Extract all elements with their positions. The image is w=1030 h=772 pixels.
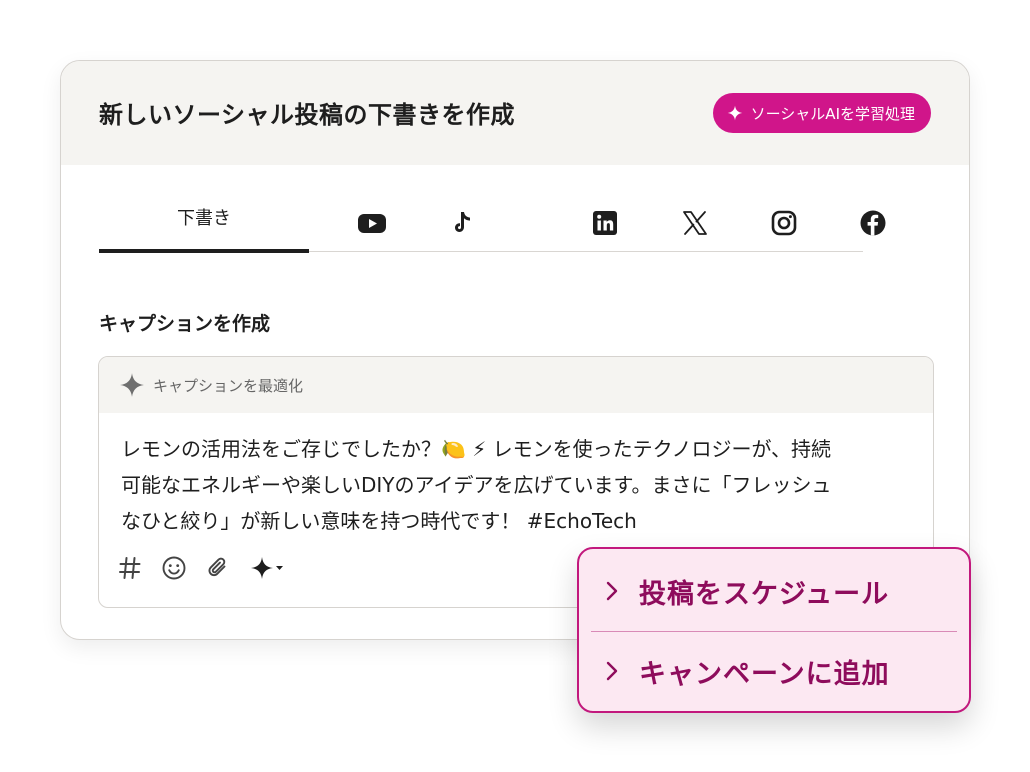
x-icon [683, 211, 707, 235]
platform-tabs: 下書き [99, 195, 886, 253]
tiktok-icon [455, 212, 470, 232]
attachment-icon [208, 557, 226, 577]
chevron-right-icon [606, 581, 618, 601]
card-header: 新しいソーシャル投稿の下書きを作成 ソーシャルAIを学習処理 [61, 61, 969, 165]
linkedin-icon [593, 211, 617, 235]
schedule-post-label: 投稿をスケジュール [639, 578, 890, 610]
instagram-icon [771, 210, 797, 236]
ai-sparkle-dropdown-icon [251, 557, 283, 579]
youtube-icon [358, 214, 386, 233]
facebook-icon [860, 210, 886, 236]
emoji-icon [162, 556, 186, 580]
emoji-button[interactable] [161, 555, 187, 581]
add-to-campaign-item[interactable]: キャンペーンに追加 [579, 631, 969, 711]
add-to-campaign-label: キャンペーンに追加 [639, 658, 890, 690]
ai-assist-dropdown[interactable] [249, 555, 285, 581]
tab-facebook[interactable] [843, 195, 903, 251]
chevron-right-icon [606, 661, 618, 681]
page-title: 新しいソーシャル投稿の下書きを作成 [99, 101, 516, 129]
tab-youtube[interactable] [342, 195, 402, 251]
hashtag-button[interactable] [117, 555, 143, 581]
caption-section-label: キャプションを作成 [99, 313, 271, 335]
tab-draft[interactable]: 下書き [99, 195, 309, 253]
caption-line: レモンの活用法をご存じでしたか？🍋 ⚡ レモンを使ったテクノロジーが、持続 [121, 437, 832, 461]
caption-line: なひと絞り」が新しい意味を持つ時代です！ #EchoTech [121, 509, 637, 533]
caption-toolbar [117, 555, 285, 581]
caption-textarea[interactable]: レモンの活用法をご存じでしたか？🍋 ⚡ レモンを使ったテクノロジーが、持続 可能… [121, 431, 921, 539]
attachment-button[interactable] [205, 555, 231, 581]
post-actions-popup: 投稿をスケジュール キャンペーンに追加 [577, 547, 971, 713]
sparkle-icon [727, 105, 742, 121]
tab-linkedin[interactable] [575, 195, 635, 251]
schedule-post-item[interactable]: 投稿をスケジュール [579, 551, 969, 631]
tab-x[interactable] [665, 195, 725, 251]
social-ai-train-label: ソーシャルAIを学習処理 [750, 104, 915, 123]
social-ai-train-button[interactable]: ソーシャルAIを学習処理 [712, 93, 931, 133]
caption-line: 可能なエネルギーや楽しいDIYのアイデアを広げています。まさに「フレッシュ [121, 473, 832, 497]
tab-instagram[interactable] [754, 195, 814, 251]
optimize-caption-label: キャプションを最適化 [153, 376, 304, 395]
sparkle-icon [120, 373, 144, 397]
tab-tiktok[interactable] [433, 195, 493, 251]
tab-draft-label: 下書き [177, 208, 231, 229]
hashtag-icon [119, 557, 141, 579]
optimize-caption-button[interactable]: キャプションを最適化 [99, 357, 933, 413]
